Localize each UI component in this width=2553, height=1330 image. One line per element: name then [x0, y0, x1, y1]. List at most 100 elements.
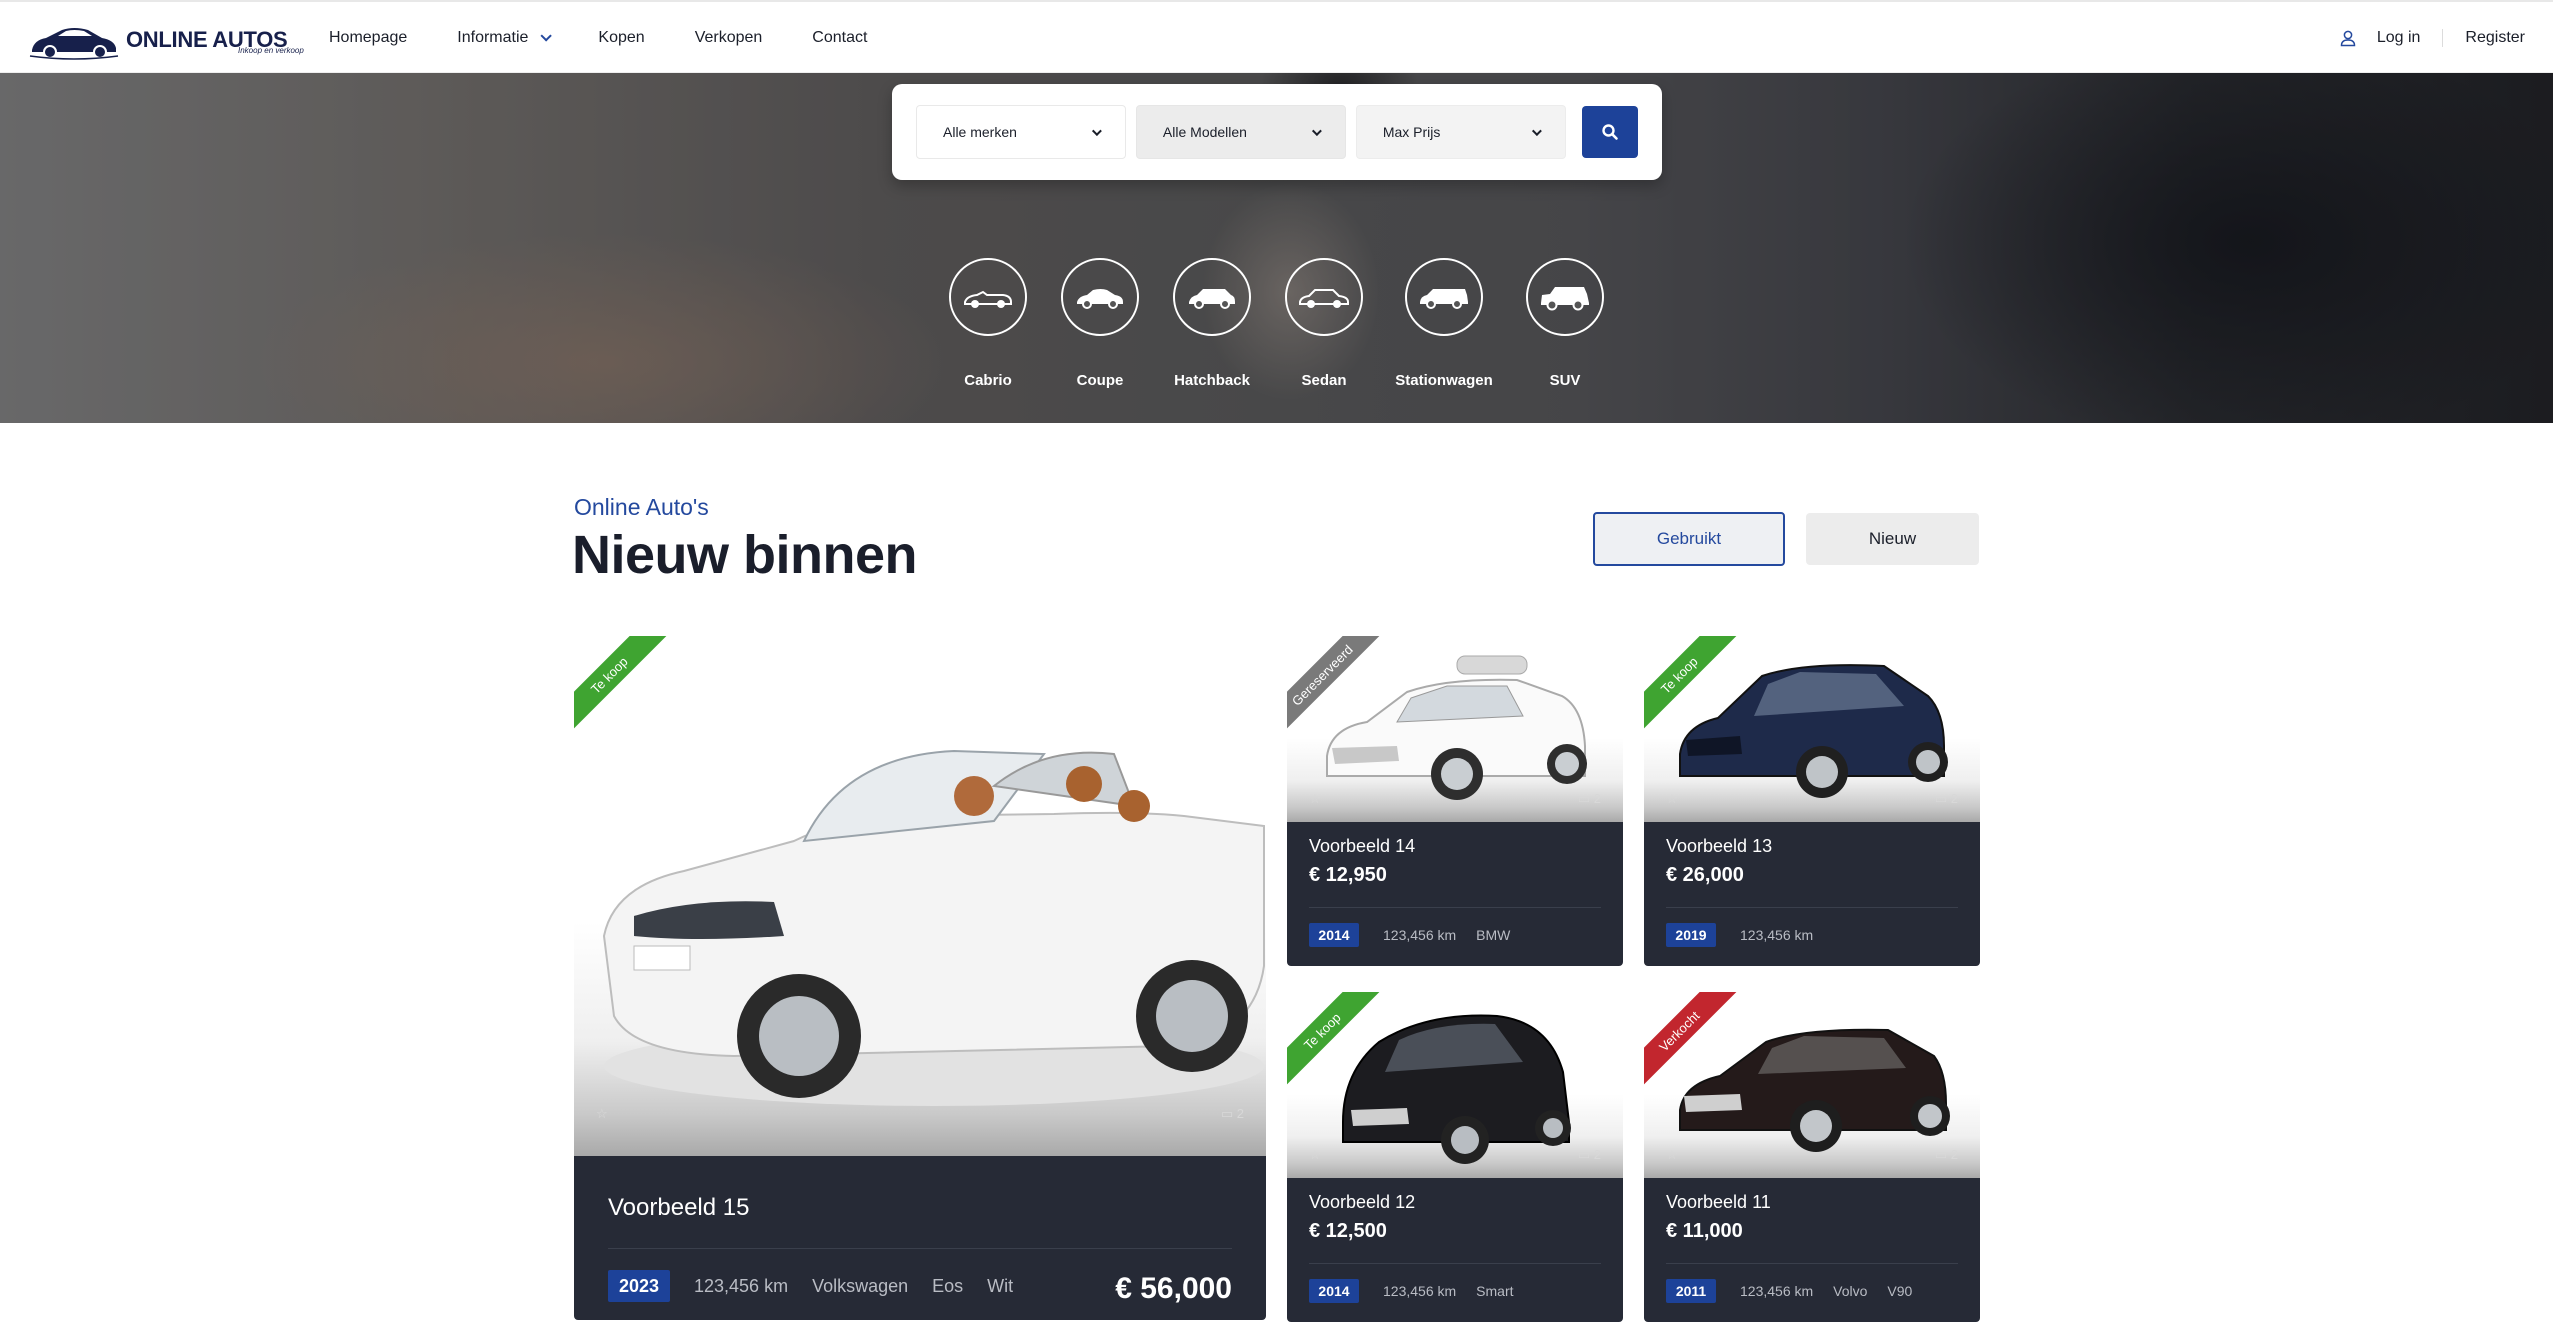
- car-card-featured[interactable]: Te koop ☆ ▭ 2 Voorbeeld 15 2023 123,456 …: [574, 636, 1266, 1320]
- favorite-star-icon[interactable]: ☆: [1666, 1147, 1678, 1163]
- nav-contact-label: Contact: [812, 29, 868, 46]
- photos-count: ▭ 2: [1935, 1147, 1958, 1163]
- favorite-star-icon[interactable]: ☆: [596, 1106, 608, 1122]
- car-card[interactable]: Te koop ☆ ▭ 2 Voorbeeld 13 € 26,000 2019…: [1644, 636, 1980, 966]
- car-photo-cabrio: [602, 749, 1265, 1106]
- year-badge: 2011: [1666, 1279, 1716, 1303]
- nav-homepage[interactable]: Homepage: [329, 29, 407, 47]
- status-ribbon: Verkocht: [1644, 992, 1744, 1092]
- status-label: Te koop: [1287, 992, 1385, 1092]
- section-title: Nieuw binnen: [572, 525, 918, 585]
- status-label: Gereserveerd: [1287, 636, 1385, 736]
- nav-informatie-label: Informatie: [457, 29, 529, 46]
- status-ribbon: Te koop: [1287, 992, 1387, 1092]
- car-make: BMW: [1476, 927, 1511, 943]
- nav-contact[interactable]: Contact: [812, 29, 867, 47]
- car-name: Voorbeeld 13: [1666, 836, 1773, 856]
- image-icons: ☆ ▭ 2: [1287, 791, 1623, 807]
- car-model: V90: [1887, 1283, 1913, 1299]
- sedan-icon: [1285, 258, 1363, 336]
- car-card[interactable]: Te koop ☆ ▭ 2 Voorbeeld 12 € 12,500 2014…: [1287, 992, 1623, 1322]
- divider: [1309, 1263, 1601, 1264]
- image-icons: ☆ ▭ 2: [1644, 1147, 1980, 1163]
- car-make: Volvo: [1833, 1283, 1868, 1299]
- car-info: Voorbeeld 12 € 12,500 2014 123,456 km Sm…: [1287, 1178, 1623, 1322]
- divider: [1666, 907, 1958, 908]
- image-icons: ☆ ▭ 2: [1644, 791, 1980, 807]
- car-logo-icon: [29, 28, 119, 60]
- car-meta: 2019 123,456 km: [1666, 923, 1833, 947]
- car-price: € 12,500: [1309, 1220, 1387, 1242]
- user-icon: [2340, 30, 2356, 47]
- favorite-star-icon[interactable]: ☆: [1309, 791, 1321, 807]
- nav-kopen[interactable]: Kopen: [598, 29, 644, 47]
- hatchback-icon: [1173, 258, 1251, 336]
- body-type-sedan[interactable]: Sedan: [1254, 258, 1394, 389]
- car-name: Voorbeeld 15: [608, 1194, 750, 1221]
- car-name: Voorbeeld 11: [1666, 1192, 1771, 1212]
- body-type-suv[interactable]: SUV: [1495, 258, 1635, 389]
- login-link[interactable]: Log in: [2339, 29, 2420, 47]
- car-card[interactable]: Gereserveerd ☆ ▭ 2 Voorbeeld 14 € 12,950…: [1287, 636, 1623, 966]
- car-price: € 11,000: [1666, 1220, 1743, 1242]
- car-name: Voorbeeld 12: [1309, 1192, 1416, 1212]
- chevron-down-icon: [540, 30, 553, 42]
- favorite-star-icon[interactable]: ☆: [1309, 1147, 1321, 1163]
- image-icons: ☆ ▭ 2: [1287, 1147, 1623, 1163]
- main-nav: Homepage Informatie Kopen Verkopen Conta…: [329, 2, 917, 74]
- divider: [608, 1248, 1232, 1249]
- image-icons: ☆ ▭ 2: [574, 1106, 1266, 1122]
- account-links: Log in Register: [2339, 2, 2525, 74]
- car-info: Voorbeeld 11 € 11,000 2011 123,456 km Vo…: [1644, 1178, 1980, 1322]
- nav-verkopen-label: Verkopen: [694, 29, 763, 46]
- photos-count-value: 2: [1593, 791, 1601, 806]
- car-card[interactable]: Verkocht ☆ ▭ 2 Voorbeeld 11 € 11,000 201…: [1644, 992, 1980, 1322]
- suv-icon: [1526, 258, 1604, 336]
- section-eyebrow: Online Auto's: [574, 494, 709, 520]
- mileage: 123,456 km: [1383, 927, 1457, 943]
- year-badge: 2019: [1666, 923, 1716, 947]
- car-price: € 26,000: [1666, 864, 1744, 886]
- car-make: Volkswagen: [812, 1275, 909, 1296]
- register-link[interactable]: Register: [2465, 29, 2525, 47]
- car-meta: 2011 123,456 km Volvo V90: [1666, 1279, 1932, 1303]
- photos-count-value: 2: [1236, 1106, 1244, 1121]
- nav-kopen-label: Kopen: [598, 29, 645, 46]
- body-type-label: Hatchback: [1174, 372, 1250, 389]
- status-label: Te koop: [574, 636, 672, 736]
- camera-icon: ▭: [1934, 1147, 1948, 1162]
- car-image: [574, 636, 1266, 1156]
- filter-used-button[interactable]: Gebruikt: [1593, 512, 1785, 566]
- photos-count-value: 2: [1593, 1147, 1601, 1162]
- body-type-label: Coupe: [1076, 372, 1124, 389]
- car-info: Voorbeeld 13 € 26,000 2019 123,456 km: [1644, 822, 1980, 966]
- photos-count: ▭ 2: [1578, 791, 1601, 807]
- mileage: 123,456 km: [1383, 1283, 1457, 1299]
- status-label: Verkocht: [1644, 992, 1742, 1092]
- brand-tagline: Inkoop en verkoop: [238, 46, 304, 55]
- photos-count: ▭ 2: [1578, 1147, 1601, 1163]
- car-model: Eos: [932, 1275, 964, 1296]
- car-price: € 56,000: [1115, 1272, 1232, 1305]
- year-badge: 2014: [1309, 1279, 1359, 1303]
- car-name: Voorbeeld 14: [1309, 836, 1416, 856]
- divider: [1309, 907, 1601, 908]
- photos-count: ▭ 2: [1221, 1106, 1244, 1122]
- nav-informatie[interactable]: Informatie: [457, 29, 553, 47]
- car-meta: 2014 123,456 km BMW: [1309, 923, 1530, 947]
- divider: [2442, 29, 2444, 47]
- photos-count: ▭ 2: [1935, 791, 1958, 807]
- nav-verkopen[interactable]: Verkopen: [695, 29, 763, 47]
- body-type-filters: Cabrio Coupe Hatchback Sedan Stationwage…: [0, 72, 2553, 423]
- car-meta: 2023 123,456 km Volkswagen Eos Wit: [608, 1270, 1037, 1302]
- body-type-stationwagen[interactable]: Stationwagen: [1374, 258, 1514, 389]
- brand-logo[interactable]: ONLINE AUTOS: [28, 16, 288, 64]
- status-label: Te koop: [1644, 636, 1742, 736]
- car-make: Smart: [1476, 1283, 1514, 1299]
- cabrio-icon: [949, 258, 1027, 336]
- camera-icon: ▭: [1220, 1106, 1234, 1121]
- favorite-star-icon[interactable]: ☆: [1666, 791, 1678, 807]
- car-info: Voorbeeld 15 2023 123,456 km Volkswagen …: [574, 1156, 1266, 1320]
- divider: [1666, 1263, 1958, 1264]
- filter-new-button[interactable]: Nieuw: [1806, 513, 1979, 565]
